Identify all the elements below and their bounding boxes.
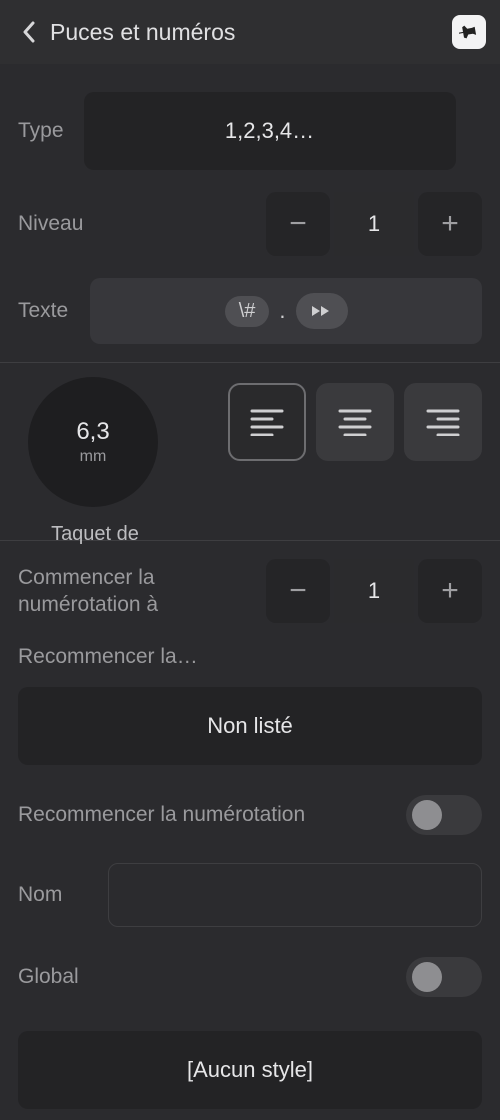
texte-token: \# <box>225 296 270 327</box>
restart-toggle[interactable] <box>406 795 482 835</box>
type-value: 1,2,3,4… <box>225 118 314 144</box>
pin-icon <box>459 22 479 42</box>
nom-input[interactable] <box>108 863 482 927</box>
restart-toggle-label: Recommencer la numérotation <box>18 803 305 827</box>
texte-separator: . <box>277 298 287 324</box>
texte-tab-icon <box>296 293 348 329</box>
panel-title: Puces et numéros <box>50 19 235 46</box>
niveau-value[interactable]: 1 <box>334 192 414 256</box>
type-label: Type <box>18 119 64 143</box>
non-liste-select[interactable]: Non listé <box>18 687 482 765</box>
tab-stop-number: 6,3 <box>76 418 109 446</box>
style-value: [Aucun style] <box>187 1057 313 1083</box>
non-liste-value: Non listé <box>207 713 293 739</box>
back-button[interactable] <box>14 17 44 47</box>
align-left-icon <box>250 408 284 436</box>
align-left-button[interactable] <box>228 383 306 461</box>
niveau-stepper: − 1 + <box>266 192 482 256</box>
start-label: Commencer la numérotation à <box>18 564 218 619</box>
align-center-icon <box>338 408 372 436</box>
start-value[interactable]: 1 <box>334 559 414 623</box>
tab-stop-value[interactable]: 6,3 mm <box>28 377 158 507</box>
type-select[interactable]: 1,2,3,4… <box>84 92 456 170</box>
align-right-icon <box>426 408 460 436</box>
niveau-label: Niveau <box>18 212 83 236</box>
align-right-button[interactable] <box>404 383 482 461</box>
tab-stop-caption: Taquet de <box>20 523 170 546</box>
divider <box>0 362 500 363</box>
start-stepper: − 1 + <box>266 559 482 623</box>
global-toggle[interactable] <box>406 957 482 997</box>
chevron-left-icon <box>22 21 36 43</box>
texte-label: Texte <box>18 299 68 323</box>
niveau-plus-button[interactable]: + <box>418 192 482 256</box>
pin-button[interactable] <box>452 15 486 49</box>
toggle-knob <box>412 800 442 830</box>
global-label: Global <box>18 965 79 989</box>
tab-stop-unit: mm <box>80 448 107 466</box>
restart-label: Recommencer la… <box>18 645 482 669</box>
align-center-button[interactable] <box>316 383 394 461</box>
texte-field[interactable]: \# . <box>90 278 482 344</box>
start-plus-button[interactable]: + <box>418 559 482 623</box>
align-group <box>228 383 482 461</box>
niveau-minus-button[interactable]: − <box>266 192 330 256</box>
toggle-knob <box>412 962 442 992</box>
start-minus-button[interactable]: − <box>266 559 330 623</box>
nom-label: Nom <box>18 883 62 907</box>
style-select[interactable]: [Aucun style] <box>18 1031 482 1109</box>
